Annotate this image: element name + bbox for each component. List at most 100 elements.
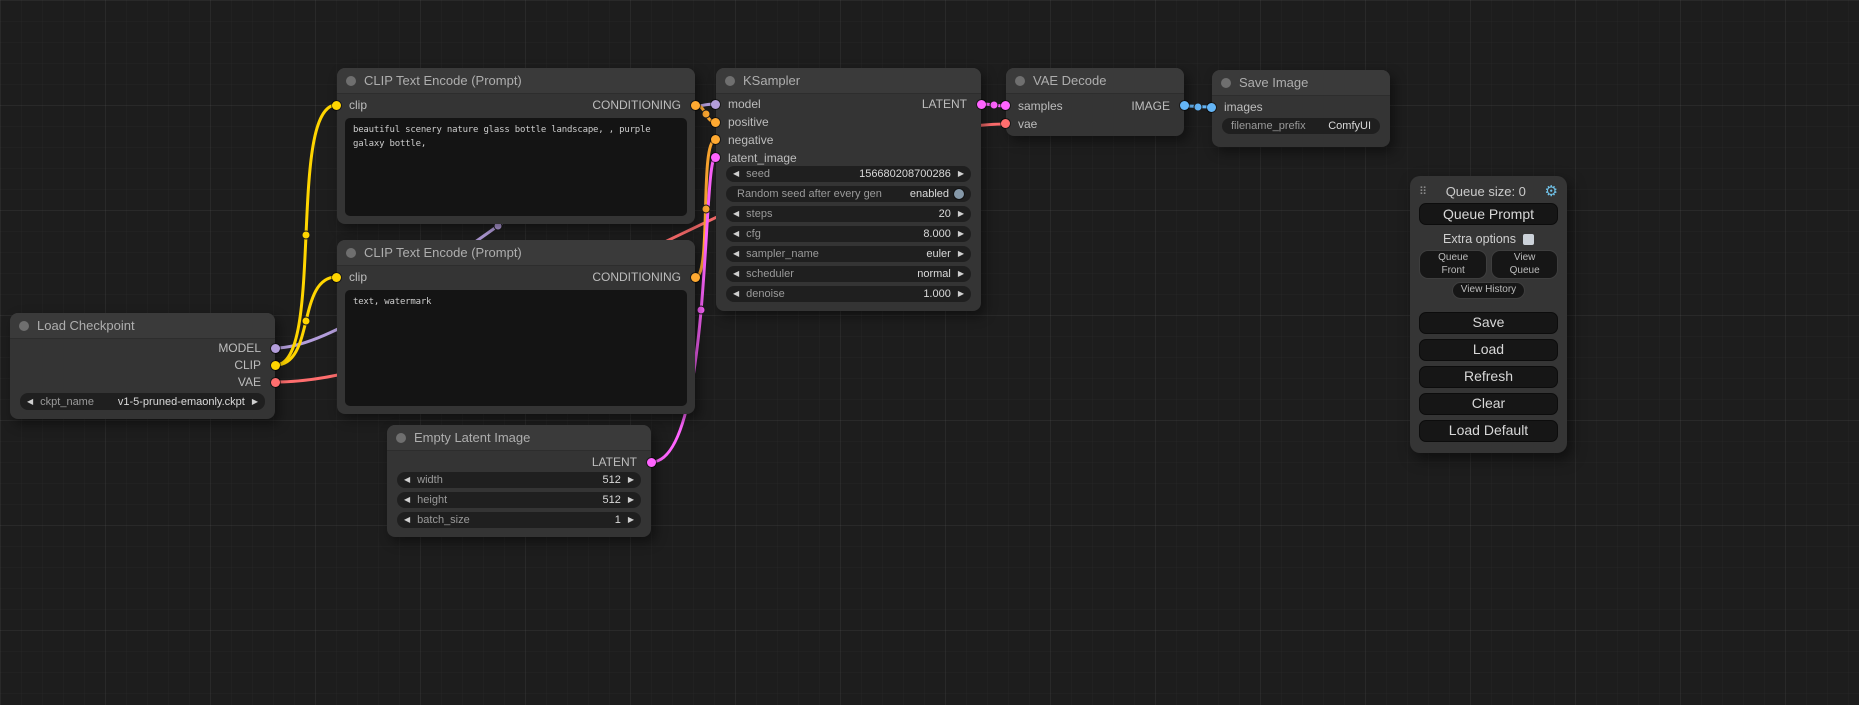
node-title-bar[interactable]: Save Image	[1212, 70, 1390, 96]
output-port-latent[interactable]	[647, 458, 656, 467]
save-button[interactable]: Save	[1419, 312, 1558, 334]
increment-arrow-icon[interactable]: ▶	[958, 230, 964, 238]
node-title-bar[interactable]: KSampler	[716, 68, 981, 94]
output-port-vae[interactable]	[271, 378, 280, 387]
output-port-conditioning[interactable]	[691, 273, 700, 282]
increment-arrow-icon[interactable]: ▶	[628, 516, 634, 524]
collapse-dot-icon[interactable]	[19, 321, 29, 331]
prompt-textarea[interactable]: text, watermark	[345, 290, 687, 406]
view-history-button[interactable]: View History	[1452, 282, 1525, 299]
widget-sampler-name[interactable]: ◀ sampler_name euler ▶	[726, 246, 971, 262]
prompt-textarea[interactable]: beautiful scenery nature glass bottle la…	[345, 118, 687, 216]
decrement-arrow-icon[interactable]: ◀	[733, 290, 739, 298]
decrement-arrow-icon[interactable]: ◀	[733, 250, 739, 258]
output-port-latent[interactable]	[977, 100, 986, 109]
widget-name: cfg	[746, 228, 761, 240]
decrement-arrow-icon[interactable]: ◀	[733, 210, 739, 218]
output-port-image[interactable]	[1180, 101, 1189, 110]
input-port-model[interactable]	[711, 100, 720, 109]
increment-arrow-icon[interactable]: ▶	[628, 496, 634, 504]
node-vae-decode[interactable]: VAE Decode samples IMAGE vae	[1006, 68, 1184, 136]
decrement-arrow-icon[interactable]: ◀	[404, 516, 410, 524]
collapse-dot-icon[interactable]	[725, 76, 735, 86]
increment-arrow-icon[interactable]: ▶	[628, 476, 634, 484]
increment-arrow-icon[interactable]: ▶	[958, 210, 964, 218]
input-label-model: model	[728, 96, 761, 112]
widget-cfg[interactable]: ◀ cfg 8.000 ▶	[726, 226, 971, 242]
node-title-bar[interactable]: VAE Decode	[1006, 68, 1184, 94]
drag-handle-icon[interactable]: ⠿	[1419, 185, 1427, 198]
node-title-bar[interactable]: Empty Latent Image	[387, 425, 651, 451]
widget-ckpt-name[interactable]: ◀ ckpt_name v1-5-pruned-emaonly.ckpt ▶	[20, 393, 265, 410]
queue-prompt-button[interactable]: Queue Prompt	[1419, 203, 1558, 225]
graph-canvas[interactable]: { "icons": { "drag_handle": "⠿", "gear":…	[0, 0, 1859, 705]
widget-random-seed-toggle[interactable]: Random seed after every gen enabled	[726, 186, 971, 202]
widget-value: ComfyUI	[1328, 120, 1371, 132]
decrement-arrow-icon[interactable]: ◀	[404, 476, 410, 484]
input-port-negative[interactable]	[711, 135, 720, 144]
input-port-clip[interactable]	[332, 273, 341, 282]
view-queue-button[interactable]: View Queue	[1491, 250, 1558, 279]
decrement-arrow-icon[interactable]: ◀	[733, 170, 739, 178]
link-midpoint-dot	[1194, 103, 1202, 111]
collapse-dot-icon[interactable]	[1221, 78, 1231, 88]
extra-options-checkbox[interactable]	[1523, 234, 1534, 245]
widget-denoise[interactable]: ◀ denoise 1.000 ▶	[726, 286, 971, 302]
node-save-image[interactable]: Save Image images filename_prefix ComfyU…	[1212, 70, 1390, 147]
node-title-bar[interactable]: Load Checkpoint	[10, 313, 275, 339]
toggle-dot-icon[interactable]	[954, 189, 964, 199]
increment-arrow-icon[interactable]: ▶	[958, 270, 964, 278]
input-port-latent-image[interactable]	[711, 153, 720, 162]
increment-arrow-icon[interactable]: ▶	[958, 250, 964, 258]
load-button[interactable]: Load	[1419, 339, 1558, 361]
decrement-arrow-icon[interactable]: ◀	[733, 270, 739, 278]
output-label-conditioning: CONDITIONING	[592, 97, 681, 113]
load-default-button[interactable]: Load Default	[1419, 420, 1558, 442]
widget-scheduler[interactable]: ◀ scheduler normal ▶	[726, 266, 971, 282]
output-port-conditioning[interactable]	[691, 101, 700, 110]
queue-panel[interactable]: ⠿ Queue size: 0 ⚙ Queue Prompt Extra opt…	[1410, 176, 1567, 453]
settings-gear-icon[interactable]: ⚙	[1545, 182, 1558, 200]
increment-arrow-icon[interactable]: ▶	[252, 398, 258, 406]
node-title-bar[interactable]: CLIP Text Encode (Prompt)	[337, 68, 695, 94]
input-port-clip[interactable]	[332, 101, 341, 110]
increment-arrow-icon[interactable]: ▶	[958, 170, 964, 178]
widget-steps[interactable]: ◀ steps 20 ▶	[726, 206, 971, 222]
clear-button[interactable]: Clear	[1419, 393, 1558, 415]
output-port-clip[interactable]	[271, 361, 280, 370]
decrement-arrow-icon[interactable]: ◀	[733, 230, 739, 238]
node-title: CLIP Text Encode (Prompt)	[364, 73, 522, 88]
increment-arrow-icon[interactable]: ▶	[958, 290, 964, 298]
queue-front-button[interactable]: Queue Front	[1419, 250, 1487, 279]
widget-value: enabled	[910, 188, 949, 200]
input-label-latent-image: latent_image	[728, 150, 797, 166]
node-empty-latent-image[interactable]: Empty Latent Image LATENT ◀ width 512 ▶ …	[387, 425, 651, 537]
collapse-dot-icon[interactable]	[396, 433, 406, 443]
widget-filename-prefix[interactable]: filename_prefix ComfyUI	[1222, 118, 1380, 134]
widget-value: 8.000	[923, 228, 951, 240]
decrement-arrow-icon[interactable]: ◀	[404, 496, 410, 504]
node-title-bar[interactable]: CLIP Text Encode (Prompt)	[337, 240, 695, 266]
widget-height[interactable]: ◀ height 512 ▶	[397, 492, 641, 508]
widget-name: ckpt_name	[40, 396, 94, 408]
input-port-positive[interactable]	[711, 118, 720, 127]
node-ksampler[interactable]: KSampler model positive negative latent_…	[716, 68, 981, 311]
decrement-arrow-icon[interactable]: ◀	[27, 398, 33, 406]
node-load-checkpoint[interactable]: Load Checkpoint MODEL CLIP VAE ◀ ckpt_na…	[10, 313, 275, 419]
collapse-dot-icon[interactable]	[346, 248, 356, 258]
widget-seed[interactable]: ◀ seed 156680208700286 ▶	[726, 166, 971, 182]
input-port-samples[interactable]	[1001, 101, 1010, 110]
collapse-dot-icon[interactable]	[346, 76, 356, 86]
input-port-vae[interactable]	[1001, 119, 1010, 128]
output-label-image: IMAGE	[1131, 98, 1170, 114]
collapse-dot-icon[interactable]	[1015, 76, 1025, 86]
refresh-button[interactable]: Refresh	[1419, 366, 1558, 388]
widget-width[interactable]: ◀ width 512 ▶	[397, 472, 641, 488]
widget-name: denoise	[746, 288, 785, 300]
input-port-images[interactable]	[1207, 103, 1216, 112]
node-clip-text-encode-positive[interactable]: CLIP Text Encode (Prompt) clip CONDITION…	[337, 68, 695, 224]
output-port-model[interactable]	[271, 344, 280, 353]
node-clip-text-encode-negative[interactable]: CLIP Text Encode (Prompt) clip CONDITION…	[337, 240, 695, 414]
node-title: CLIP Text Encode (Prompt)	[364, 245, 522, 260]
widget-batch-size[interactable]: ◀ batch_size 1 ▶	[397, 512, 641, 528]
